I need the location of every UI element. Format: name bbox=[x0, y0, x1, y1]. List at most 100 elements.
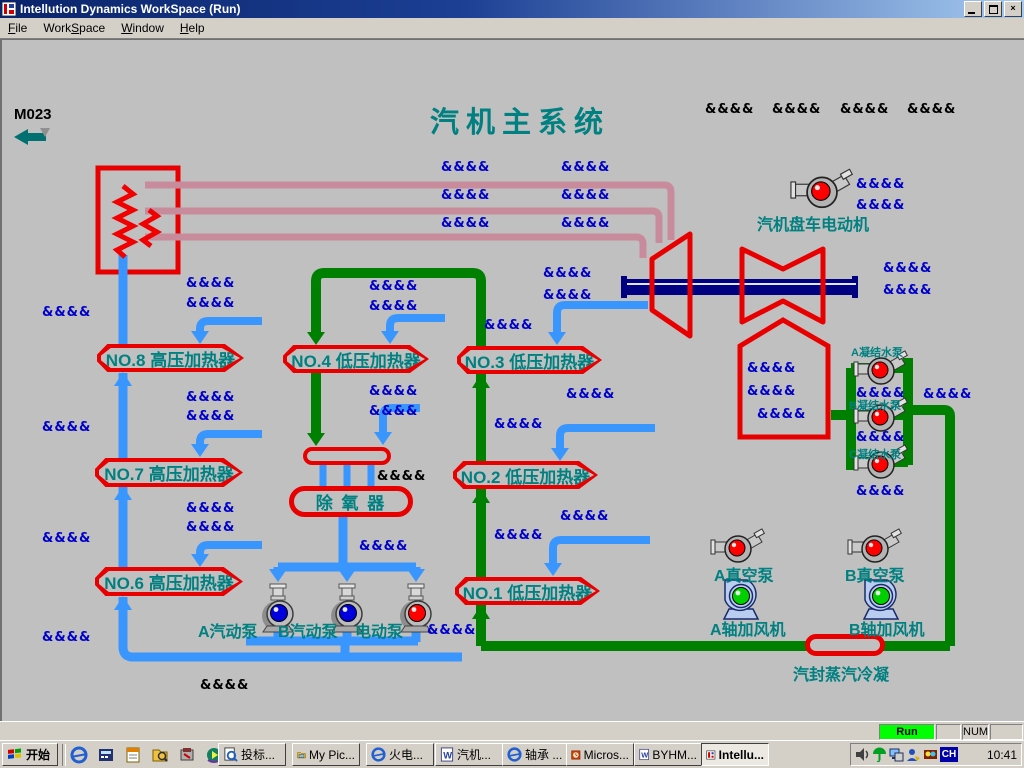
tag-value: &&&& bbox=[883, 283, 932, 298]
shaft-fan-a-label: A轴加风机 bbox=[710, 616, 786, 640]
tag-value: &&&& bbox=[186, 501, 235, 516]
tag-value: &&&& bbox=[494, 417, 543, 432]
tag-value: &&&& bbox=[484, 318, 533, 333]
tag-value: &&&& bbox=[186, 390, 235, 405]
close-button[interactable]: × bbox=[1004, 1, 1022, 17]
tag-value: &&&& bbox=[566, 387, 615, 402]
heater-no4: NO.4 低压加热器 bbox=[283, 345, 429, 373]
tag-value: &&&& bbox=[186, 520, 235, 535]
windows-logo-icon bbox=[7, 748, 23, 762]
antivirus-umbrella-icon[interactable] bbox=[872, 747, 887, 762]
page-title: 汽机主系统 bbox=[430, 99, 610, 141]
tag-value: &&&& bbox=[200, 678, 249, 693]
svg-text:W: W bbox=[443, 750, 452, 760]
menu-window[interactable]: Window bbox=[113, 19, 172, 37]
ime-palette-icon[interactable] bbox=[923, 747, 938, 762]
tag-value: &&&& bbox=[561, 188, 610, 203]
svg-text:W: W bbox=[641, 750, 648, 759]
minimize-button[interactable] bbox=[964, 1, 982, 17]
tag-value: &&&& bbox=[840, 102, 889, 117]
tag-value: &&&& bbox=[441, 216, 490, 231]
tag-value: &&&& bbox=[359, 539, 408, 554]
tag-value: &&&& bbox=[561, 160, 610, 175]
tag-value: &&&& bbox=[42, 531, 91, 546]
num-lock-indicator: NUM bbox=[962, 724, 989, 740]
tag-value: &&&& bbox=[747, 384, 796, 399]
tray-clock[interactable]: 10:41 bbox=[987, 748, 1017, 762]
tag-value: &&&& bbox=[369, 404, 418, 419]
tag-value: &&&& bbox=[369, 279, 418, 294]
taskbar-button-4[interactable]: W汽机... bbox=[435, 743, 503, 766]
start-button[interactable]: 开始 bbox=[2, 743, 58, 766]
turning-motor-label: 汽机盘车电动机 bbox=[757, 211, 869, 235]
tag-value: &&&& bbox=[772, 102, 821, 117]
input-language-badge[interactable]: CH bbox=[940, 747, 958, 762]
quicklaunch-search-icon[interactable] bbox=[151, 746, 169, 764]
screen-id-label: M023 bbox=[14, 106, 52, 123]
taskbar-button-2[interactable]: My Pic... bbox=[292, 743, 360, 766]
menu-help[interactable]: Help bbox=[172, 19, 213, 37]
tag-value: &&&& bbox=[856, 430, 905, 445]
tag-value: &&&& bbox=[923, 387, 972, 402]
taskbar-button-6[interactable]: Micros... bbox=[566, 743, 634, 766]
tag-value: &&&& bbox=[543, 288, 592, 303]
heater-no3: NO.3 低压加热器 bbox=[457, 346, 602, 374]
tag-value: &&&& bbox=[907, 102, 956, 117]
tag-value: &&&& bbox=[441, 160, 490, 175]
tag-value: &&&& bbox=[560, 509, 609, 524]
tag-value: &&&& bbox=[186, 296, 235, 311]
tag-value: &&&& bbox=[441, 188, 490, 203]
tag-value: &&&& bbox=[494, 528, 543, 543]
heater-no6: NO.6 高压加热器 bbox=[95, 567, 243, 596]
shaft-fan-b-label: B轴加风机 bbox=[849, 616, 925, 640]
desktop: M023 汽机主系统 NO.8 高压加热器 NO.7 高压加热器 NO.6 高压… bbox=[0, 0, 1024, 768]
taskbar: 开始 投标... My Pic... 火电...W汽机...轴承 ...Micros… bbox=[0, 740, 1024, 768]
network-icon[interactable] bbox=[889, 747, 904, 762]
menu-workspace[interactable]: WorkSpace bbox=[35, 19, 113, 37]
tag-value: &&&& bbox=[883, 261, 932, 276]
tag-value: &&&& bbox=[705, 102, 754, 117]
run-mode-indicator: Run bbox=[879, 724, 935, 740]
menu-file[interactable]: File bbox=[0, 19, 35, 37]
condensate-pump-a-label: A凝结水泵 bbox=[851, 344, 903, 360]
tag-value: &&&& bbox=[856, 386, 905, 401]
window-title: Intellution Dynamics WorkSpace (Run) bbox=[20, 2, 240, 16]
heater-no1: NO.1 低压加热器 bbox=[455, 577, 600, 605]
volume-icon[interactable] bbox=[855, 747, 870, 762]
taskbar-button-3[interactable]: 火电... bbox=[366, 743, 434, 766]
tag-value: &&&& bbox=[757, 407, 806, 422]
condensate-pump-c-label: C凝结水泵 bbox=[849, 446, 901, 462]
taskbar-button-8[interactable]: Intellu... bbox=[701, 743, 769, 766]
quicklaunch-ie-icon[interactable] bbox=[70, 746, 88, 764]
tag-value: &&&& bbox=[186, 409, 235, 424]
system-tray: CH 10:41 bbox=[850, 743, 1022, 766]
vacuum-pump-b-label: B真空泵 bbox=[845, 562, 905, 586]
tag-value: &&&& bbox=[369, 299, 418, 314]
tag-value: &&&& bbox=[186, 276, 235, 291]
taskbar-button-1[interactable]: 投标... bbox=[218, 743, 286, 766]
tag-value: &&&& bbox=[377, 469, 426, 484]
vacuum-pump-a-label: A真空泵 bbox=[714, 562, 774, 586]
status-panel-blank1 bbox=[936, 724, 961, 740]
tag-value: &&&& bbox=[42, 630, 91, 645]
heater-no7: NO.7 高压加热器 bbox=[95, 458, 243, 487]
title-bar: Intellution Dynamics WorkSpace (Run) × bbox=[0, 0, 1024, 18]
menu-bar: FileWorkSpaceWindowHelp bbox=[0, 18, 1024, 39]
deaerator-vessel: 除 氧 器 bbox=[289, 486, 413, 517]
app-icon bbox=[2, 2, 16, 16]
taskbar-button-5[interactable]: 轴承 ... bbox=[502, 743, 570, 766]
tag-value: &&&& bbox=[856, 177, 905, 192]
quicklaunch-paint-icon[interactable] bbox=[178, 746, 196, 764]
feed-pump-a-label: A汽动泵 bbox=[198, 618, 258, 642]
motor-pump-label: 电动泵 bbox=[355, 618, 403, 642]
status-panel-blank2 bbox=[990, 724, 1023, 740]
taskbar-button-7[interactable]: WBYHM... bbox=[634, 743, 702, 766]
quicklaunch-calculator-icon[interactable] bbox=[97, 746, 115, 764]
tag-value: &&&& bbox=[427, 623, 476, 638]
heater-no8: NO.8 高压加热器 bbox=[97, 344, 244, 372]
user-session-icon[interactable] bbox=[906, 747, 921, 762]
restore-button[interactable] bbox=[984, 1, 1002, 17]
tag-value: &&&& bbox=[856, 198, 905, 213]
quicklaunch-notes-icon[interactable] bbox=[124, 746, 142, 764]
deaerator-header bbox=[303, 447, 391, 465]
